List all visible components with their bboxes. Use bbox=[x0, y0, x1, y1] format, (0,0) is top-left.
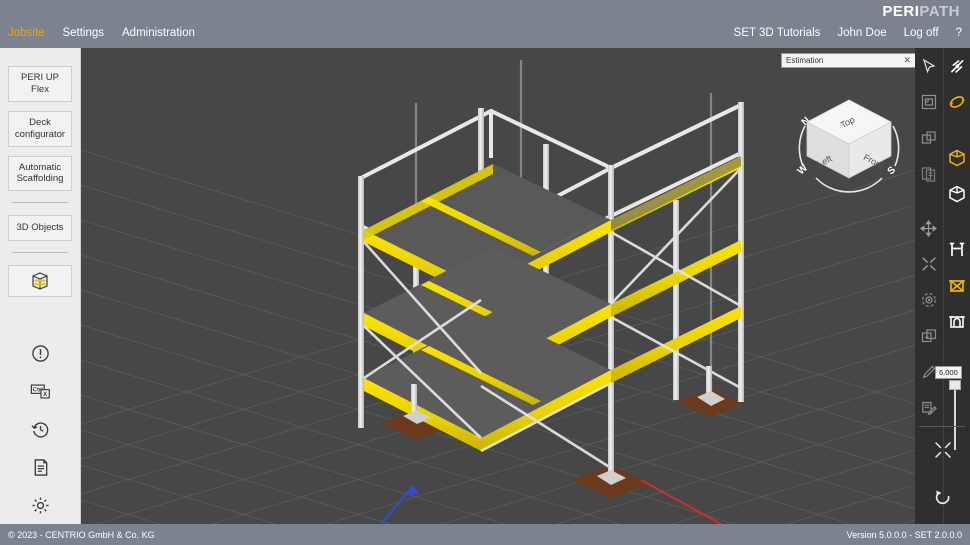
height-slider-value: 6.000 bbox=[935, 366, 962, 379]
sidebar-divider-2 bbox=[12, 252, 68, 253]
close-icon[interactable]: ✕ bbox=[903, 55, 911, 66]
copy-paste-icon bbox=[921, 166, 937, 182]
svg-text:X: X bbox=[43, 392, 47, 398]
move-arrows-icon bbox=[920, 220, 937, 237]
3d-viewport[interactable]: Estimation ✕ N W S Top Left Front bbox=[81, 48, 970, 524]
cursor-select-icon bbox=[921, 58, 937, 74]
tool-frame[interactable] bbox=[944, 232, 970, 268]
brand-logo: PERIPATH bbox=[882, 3, 960, 20]
brand-primary: PERI bbox=[882, 3, 919, 20]
sidebar-scaffold-tool[interactable] bbox=[8, 265, 72, 297]
menu-jobsite[interactable]: Jobsite bbox=[8, 27, 44, 39]
frame-icon bbox=[948, 241, 966, 259]
view-cube[interactable]: N W S Top Left Front bbox=[781, 78, 916, 208]
edit-note-icon bbox=[921, 400, 937, 416]
scale-icon bbox=[921, 256, 937, 272]
right-toolbar: 6.000 bbox=[915, 48, 970, 524]
tool-duplicate[interactable] bbox=[915, 120, 942, 156]
sidebar-3d-objects[interactable]: 3D Objects bbox=[8, 215, 72, 241]
height-slider-knob[interactable] bbox=[949, 380, 961, 390]
selection-box-icon bbox=[921, 94, 937, 110]
duplicate-icon bbox=[921, 130, 937, 146]
main-nav: Jobsite Settings Administration bbox=[8, 27, 195, 39]
history-clock-icon bbox=[31, 420, 50, 439]
sidebar-deck-configurator[interactable]: Deck configurator bbox=[8, 111, 72, 147]
braced-frame-icon bbox=[948, 277, 966, 295]
tool-scale[interactable] bbox=[915, 246, 942, 282]
connector-node-icon bbox=[949, 58, 966, 75]
fit-to-view-icon bbox=[934, 441, 952, 459]
tool-select[interactable] bbox=[915, 48, 942, 84]
gear-icon bbox=[31, 496, 50, 515]
sidebar-warnings[interactable] bbox=[30, 342, 52, 364]
tool-fit-view[interactable] bbox=[929, 432, 956, 468]
tool-box-select[interactable] bbox=[915, 84, 942, 120]
gate-frame-icon bbox=[948, 313, 966, 331]
alert-circle-icon bbox=[31, 344, 50, 363]
footer-version: Version 5.0.0.0 - SET 2.0.0.0 bbox=[847, 530, 962, 540]
menu-help[interactable]: ? bbox=[956, 27, 962, 39]
tool-wireframe-view[interactable] bbox=[944, 176, 970, 212]
menu-logoff[interactable]: Log off bbox=[904, 27, 939, 39]
menu-user[interactable]: John Doe bbox=[837, 27, 886, 39]
cube-faces[interactable]: Top Left Front bbox=[807, 100, 891, 178]
cube-solid-icon bbox=[948, 149, 966, 167]
rotate-orbit-icon bbox=[948, 93, 966, 111]
tool-rotate[interactable] bbox=[944, 84, 970, 120]
sidebar-bottom-tools: Ctrl X bbox=[0, 342, 81, 516]
footer-bar: © 2023 - CENTRIO GmbH & Co. KG Version 5… bbox=[0, 524, 970, 545]
footer-copyright: © 2023 - CENTRIO GmbH & Co. KG bbox=[8, 530, 155, 540]
menu-settings[interactable]: Settings bbox=[62, 27, 104, 39]
tool-gate-frame[interactable] bbox=[944, 304, 970, 340]
tool-copy[interactable] bbox=[915, 156, 942, 192]
undo-icon bbox=[934, 487, 952, 505]
tool-undo[interactable] bbox=[929, 478, 956, 514]
top-bar: PERIPATH Jobsite Settings Administration… bbox=[0, 0, 970, 48]
compass-south: S bbox=[886, 164, 899, 177]
scaffold-cube-icon bbox=[30, 271, 50, 291]
world-axis-indicator bbox=[381, 480, 721, 524]
toolbar-separator bbox=[919, 426, 965, 427]
tool-connector[interactable] bbox=[944, 48, 970, 84]
tool-orbit-target[interactable] bbox=[915, 282, 942, 318]
layers-add-icon bbox=[921, 328, 937, 344]
sidebar: PERI UP Flex Deck configurator Automatic… bbox=[0, 48, 81, 524]
menu-administration[interactable]: Administration bbox=[122, 27, 195, 39]
tool-solid-view[interactable] bbox=[944, 140, 970, 176]
tool-add-layer[interactable] bbox=[915, 318, 942, 354]
sidebar-shortcuts[interactable]: Ctrl X bbox=[30, 380, 52, 402]
sidebar-reports[interactable] bbox=[30, 456, 52, 478]
user-nav: SET 3D Tutorials John Doe Log off ? bbox=[734, 27, 962, 39]
cube-wire-icon bbox=[948, 185, 966, 203]
brand-secondary: PATH bbox=[919, 3, 960, 20]
ctrl-x-shortcut-icon: Ctrl X bbox=[30, 382, 52, 401]
compass-west: W bbox=[796, 162, 811, 177]
sidebar-automatic-scaffolding[interactable]: Automatic Scaffolding bbox=[8, 156, 72, 192]
sidebar-peri-up-flex[interactable]: PERI UP Flex bbox=[8, 66, 72, 102]
estimation-panel[interactable]: Estimation ✕ bbox=[781, 53, 916, 68]
application-window: PERIPATH Jobsite Settings Administration… bbox=[0, 0, 970, 545]
document-icon bbox=[32, 458, 50, 477]
tool-braced-frame[interactable] bbox=[944, 268, 970, 304]
sidebar-settings[interactable] bbox=[30, 494, 52, 516]
sidebar-divider-1 bbox=[12, 202, 68, 203]
menu-set-3d-tutorials[interactable]: SET 3D Tutorials bbox=[734, 27, 821, 39]
orbit-target-icon bbox=[921, 292, 937, 308]
tool-edit-note[interactable] bbox=[915, 390, 942, 426]
tool-move[interactable] bbox=[915, 210, 942, 246]
estimation-panel-title: Estimation bbox=[786, 56, 903, 65]
sidebar-history[interactable] bbox=[30, 418, 52, 440]
